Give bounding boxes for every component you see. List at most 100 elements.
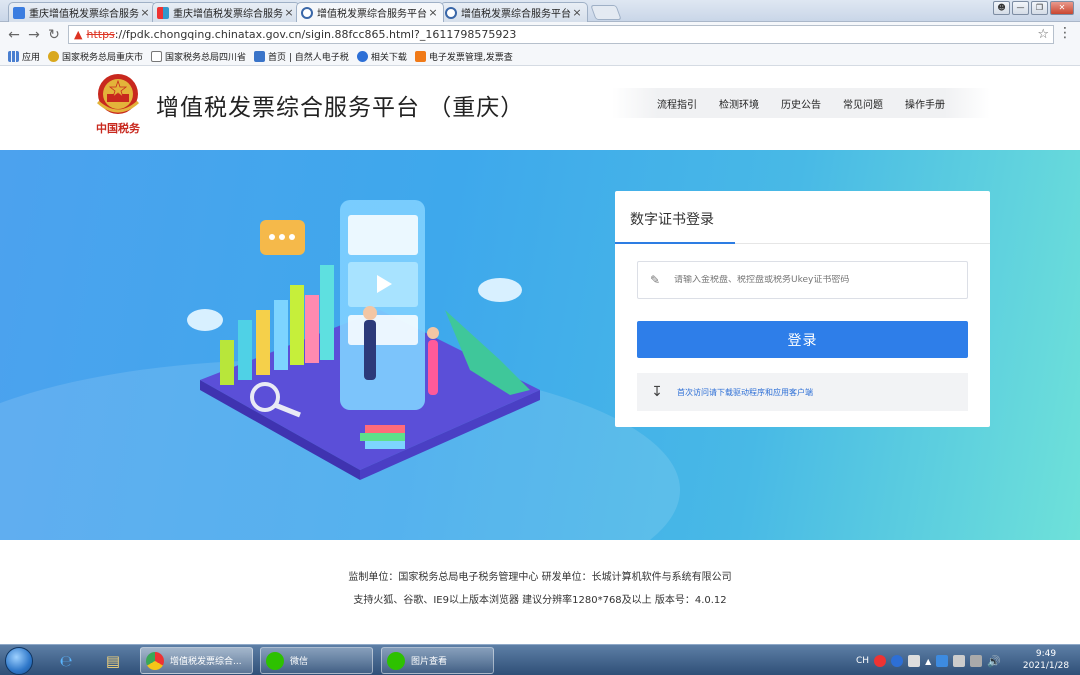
tax-emblem-icon	[48, 50, 60, 62]
site-header: 中国税务 增值税发票综合服务平台 （重庆） 流程指引 检测环境 历史公告 常见问…	[0, 66, 1080, 150]
shield-icon[interactable]	[936, 655, 949, 667]
bookmark-label: 国家税务总局四川省	[165, 52, 247, 63]
footer-supervisor-line: 监制单位：国家税务总局电子税务管理中心 研发单位：长城计算机软件与系统有限公司	[348, 572, 732, 583]
bookmark-label: 相关下载	[370, 52, 407, 63]
mic-icon[interactable]	[908, 655, 921, 667]
login-card: 数字证书登录 ✎ 登录 ↧ 首次访问请下载驱动程序和应用客户端	[615, 191, 990, 427]
bookmarks-bar: 应用 国家税务总局重庆市 国家税务总局四川省 首页 | 自然人电子税 相关下载 …	[0, 47, 1080, 66]
windows-taskbar: ℮ ▤ 增值税发票综合... 微信 图片查看 CH ▲ 🔊 9:49 2021/…	[0, 644, 1080, 675]
nav-faq[interactable]: 常见问题	[843, 96, 883, 111]
ie-icon[interactable]: ℮	[48, 648, 84, 673]
tab-title: 重庆增值税发票综合服务	[173, 9, 283, 20]
network-icon[interactable]	[970, 655, 983, 667]
folder-icon[interactable]: ▤	[95, 648, 131, 673]
close-icon[interactable]: ×	[571, 6, 583, 19]
close-window-button[interactable]: ✕	[1050, 1, 1074, 15]
restore-button[interactable]: ❐	[1031, 1, 1048, 15]
emblem-caption: 中国税务	[96, 122, 140, 135]
wechat-icon	[387, 651, 405, 670]
wechat-icon	[266, 651, 284, 670]
app-grid-icon	[157, 6, 169, 19]
chrome-icon	[146, 651, 164, 670]
footer-browser-support-line: 支持火狐、谷歌、IE9以上版本浏览器 建议分辨率1280*768及以上 版本号：…	[353, 595, 727, 606]
browser-tab-active[interactable]: 增值税发票综合服务平台 ×	[296, 2, 444, 22]
browser-tab[interactable]: 重庆增值税发票综合服务 ×	[8, 2, 156, 22]
start-button[interactable]	[5, 647, 33, 675]
taskbar-label: 图片查看	[411, 657, 448, 667]
globe-icon	[445, 6, 457, 19]
taskbar-item-wechat[interactable]: 微信	[260, 647, 373, 674]
top-nav: 流程指引 检测环境 历史公告 常见问题 操作手册	[612, 88, 990, 118]
bookmark-label: 首页 | 自然人电子税	[268, 52, 349, 63]
tab-active-indicator	[615, 242, 735, 244]
window-controls: ☻ — ❐ ✕	[993, 1, 1074, 15]
paw-icon	[13, 6, 25, 19]
national-emblem-icon	[96, 74, 140, 114]
page-title: 增值税发票综合服务平台 （重庆）	[156, 95, 525, 121]
clock-time: 9:49	[1035, 649, 1057, 659]
search-badge-icon	[356, 50, 368, 62]
flag-icon[interactable]	[953, 655, 966, 667]
bookmark-item[interactable]: 国家税务总局重庆市	[48, 50, 143, 63]
hero-banner: 数字证书登录 ✎ 登录 ↧ 首次访问请下载驱动程序和应用客户端	[0, 150, 1080, 540]
language-indicator[interactable]: CH	[856, 656, 869, 666]
download-text[interactable]: 首次访问请下载驱动程序和应用客户端	[677, 387, 813, 398]
bookmark-item[interactable]: 电子发票管理,发票查	[414, 50, 513, 63]
user-icon[interactable]: ☻	[993, 1, 1010, 15]
url-scheme: https	[86, 28, 115, 41]
site-footer: 监制单位：国家税务总局电子税务管理中心 研发单位：长城计算机软件与系统有限公司 …	[0, 540, 1080, 644]
invoice-icon	[414, 50, 426, 62]
nav-check-environment[interactable]: 检测环境	[719, 96, 759, 111]
bookmark-item[interactable]: 相关下载	[356, 50, 407, 63]
bookmark-label: 国家税务总局重庆市	[62, 52, 144, 63]
browser-tab[interactable]: 重庆增值税发票综合服务 ×	[152, 2, 300, 22]
tab-title: 增值税发票综合服务平台	[461, 9, 571, 20]
taskbar-item-image-viewer[interactable]: 图片查看	[381, 647, 494, 674]
browser-tab[interactable]: 增值税发票综合服务平台 ×	[440, 2, 588, 22]
tab-title: 重庆增值税发票综合服务	[29, 9, 139, 20]
apps-grid-icon	[8, 50, 19, 62]
close-icon[interactable]: ×	[139, 6, 151, 19]
reload-icon[interactable]: ↻	[44, 27, 64, 43]
bookmark-apps[interactable]: 应用	[8, 50, 40, 63]
nav-process-guide[interactable]: 流程指引	[657, 96, 697, 111]
system-tray: CH ▲ 🔊	[856, 649, 1001, 673]
warning-icon: ▲	[74, 28, 83, 41]
close-icon[interactable]: ×	[283, 6, 295, 19]
sogou-icon[interactable]	[874, 655, 887, 667]
certificate-password-input[interactable]	[674, 275, 954, 285]
tray-expand-icon[interactable]: ▲	[925, 657, 931, 666]
volume-icon[interactable]: 🔊	[987, 655, 1001, 668]
bookmark-item[interactable]: 首页 | 自然人电子税	[254, 50, 349, 63]
menu-icon[interactable]: ⋮	[1058, 26, 1072, 40]
bookmark-label: 电子发票管理,发票查	[428, 52, 513, 63]
tab-digital-certificate-login[interactable]: 数字证书登录	[630, 209, 714, 229]
url-bar[interactable]: ▲ https ://fpdk.chongqing.chinatax.gov.c…	[68, 25, 1054, 44]
taskbar-item-chrome[interactable]: 增值税发票综合...	[140, 647, 253, 674]
bookmark-item[interactable]: 国家税务总局四川省	[151, 50, 246, 63]
certificate-password-field[interactable]: ✎	[637, 261, 968, 299]
nav-history-notices[interactable]: 历史公告	[781, 96, 821, 111]
download-arrow-icon: ↧	[651, 384, 663, 400]
taskbar-label: 增值税发票综合...	[170, 657, 242, 667]
system-clock[interactable]: 9:49 2021/1/28	[1015, 648, 1077, 672]
globe-icon	[301, 6, 313, 19]
help-icon[interactable]	[891, 655, 904, 667]
new-tab-button[interactable]	[590, 5, 622, 20]
clock-date: 2021/1/28	[1022, 661, 1070, 671]
nav-manual[interactable]: 操作手册	[905, 96, 945, 111]
download-driver-link[interactable]: ↧ 首次访问请下载驱动程序和应用客户端	[637, 373, 968, 411]
page-icon	[151, 50, 163, 62]
taskbar-label: 微信	[290, 657, 309, 667]
forward-arrow-icon[interactable]: →	[24, 27, 44, 43]
pen-icon: ✎	[650, 273, 661, 287]
back-arrow-icon[interactable]: ←	[4, 27, 24, 43]
minimize-button[interactable]: —	[1012, 1, 1029, 15]
tab-title: 增值税发票综合服务平台	[317, 9, 427, 20]
star-icon[interactable]: ☆	[1037, 27, 1049, 42]
login-button[interactable]: 登录	[637, 321, 968, 358]
bookmark-label: 应用	[22, 52, 41, 63]
hero-illustration	[187, 200, 540, 480]
close-icon[interactable]: ×	[427, 6, 439, 19]
tax-app-icon	[254, 50, 266, 62]
